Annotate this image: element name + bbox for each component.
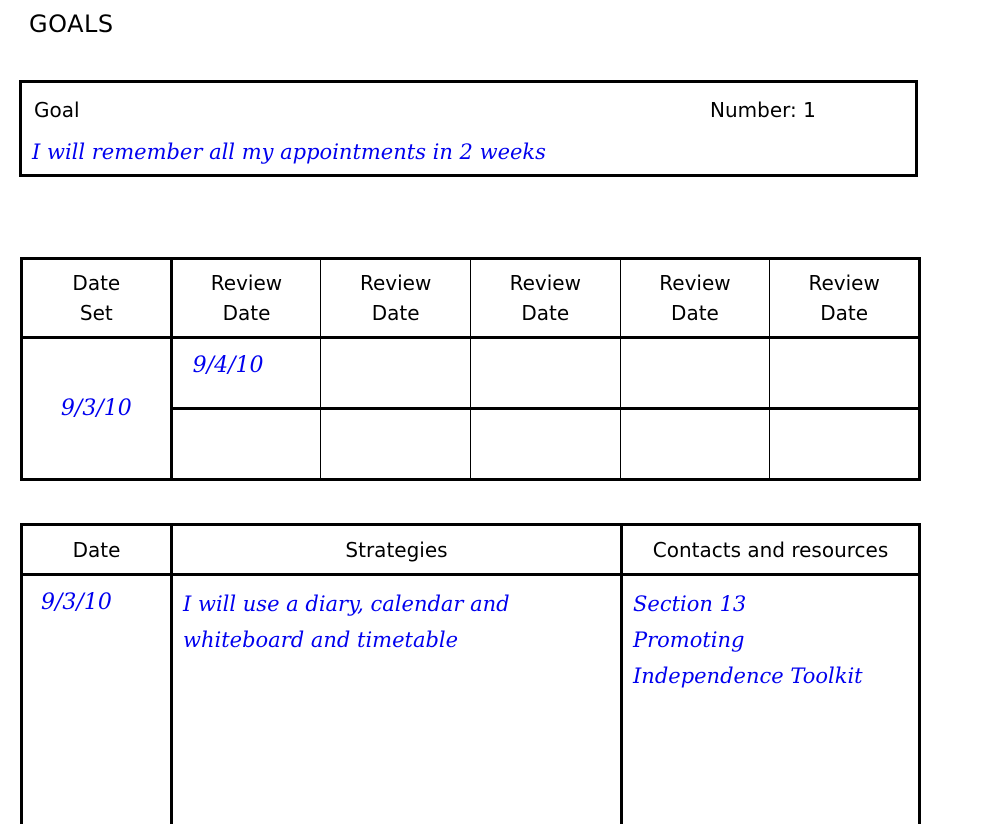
strategy-date-cell[interactable]: 9/3/10 xyxy=(22,575,172,824)
strategy-line: whiteboard and timetable xyxy=(183,622,620,658)
strategy-cell[interactable]: I will use a diary, calendar and whitebo… xyxy=(172,575,622,824)
header-line: Review xyxy=(471,268,620,298)
contacts-cell[interactable]: Section 13 Promoting Independence Toolki… xyxy=(622,575,920,824)
header-line: Date xyxy=(23,268,170,298)
date-set-cell[interactable]: 9/3/10 xyxy=(22,338,172,480)
header-line: Date xyxy=(621,298,770,328)
strategies-table: Date Strategies Contacts and resources 9… xyxy=(20,523,921,824)
goal-text[interactable]: I will remember all my appointments in 2… xyxy=(32,140,546,164)
review-date-cell[interactable] xyxy=(470,409,620,480)
header-contacts-resources: Contacts and resources xyxy=(622,525,920,575)
review-header-row: Date Set Review Date Review Date Review … xyxy=(22,259,920,338)
table-row: 9/3/10 I will use a diary, calendar and … xyxy=(22,575,920,824)
review-date-cell[interactable] xyxy=(620,338,770,409)
review-row-1: 9/3/10 9/4/10 xyxy=(22,338,920,409)
page-title: GOALS xyxy=(29,10,114,38)
goal-label: Goal xyxy=(34,98,80,122)
header-line: Review xyxy=(173,268,321,298)
review-date-cell[interactable] xyxy=(321,338,471,409)
goal-number: Number: 1 xyxy=(710,98,816,122)
header-line: Date xyxy=(173,298,321,328)
contacts-line: Section 13 xyxy=(633,586,918,622)
header-line: Date xyxy=(321,298,470,328)
goal-box: Goal Number: 1 I will remember all my ap… xyxy=(19,80,918,177)
review-date-cell[interactable] xyxy=(470,338,620,409)
header-review-date-1: Review Date xyxy=(171,259,321,338)
review-date-cell[interactable] xyxy=(770,338,920,409)
header-date: Date xyxy=(22,525,172,575)
header-line: Date xyxy=(471,298,620,328)
header-date-set: Date Set xyxy=(22,259,172,338)
header-line: Review xyxy=(770,268,918,298)
header-line: Set xyxy=(23,298,170,328)
review-date-cell[interactable] xyxy=(321,409,471,480)
review-date-cell[interactable]: 9/4/10 xyxy=(171,338,321,409)
header-line: Review xyxy=(621,268,770,298)
review-date-cell[interactable] xyxy=(620,409,770,480)
header-line: Date xyxy=(770,298,918,328)
header-review-date-3: Review Date xyxy=(470,259,620,338)
contacts-line: Promoting xyxy=(633,622,918,658)
header-review-date-5: Review Date xyxy=(770,259,920,338)
review-date-cell[interactable] xyxy=(770,409,920,480)
header-review-date-2: Review Date xyxy=(321,259,471,338)
header-line: Review xyxy=(321,268,470,298)
review-dates-table: Date Set Review Date Review Date Review … xyxy=(20,257,921,481)
header-review-date-4: Review Date xyxy=(620,259,770,338)
strategies-header-row: Date Strategies Contacts and resources xyxy=(22,525,920,575)
contacts-line: Independence Toolkit xyxy=(633,658,918,694)
strategy-line: I will use a diary, calendar and xyxy=(183,586,620,622)
review-date-cell[interactable] xyxy=(171,409,321,480)
header-strategies: Strategies xyxy=(172,525,622,575)
